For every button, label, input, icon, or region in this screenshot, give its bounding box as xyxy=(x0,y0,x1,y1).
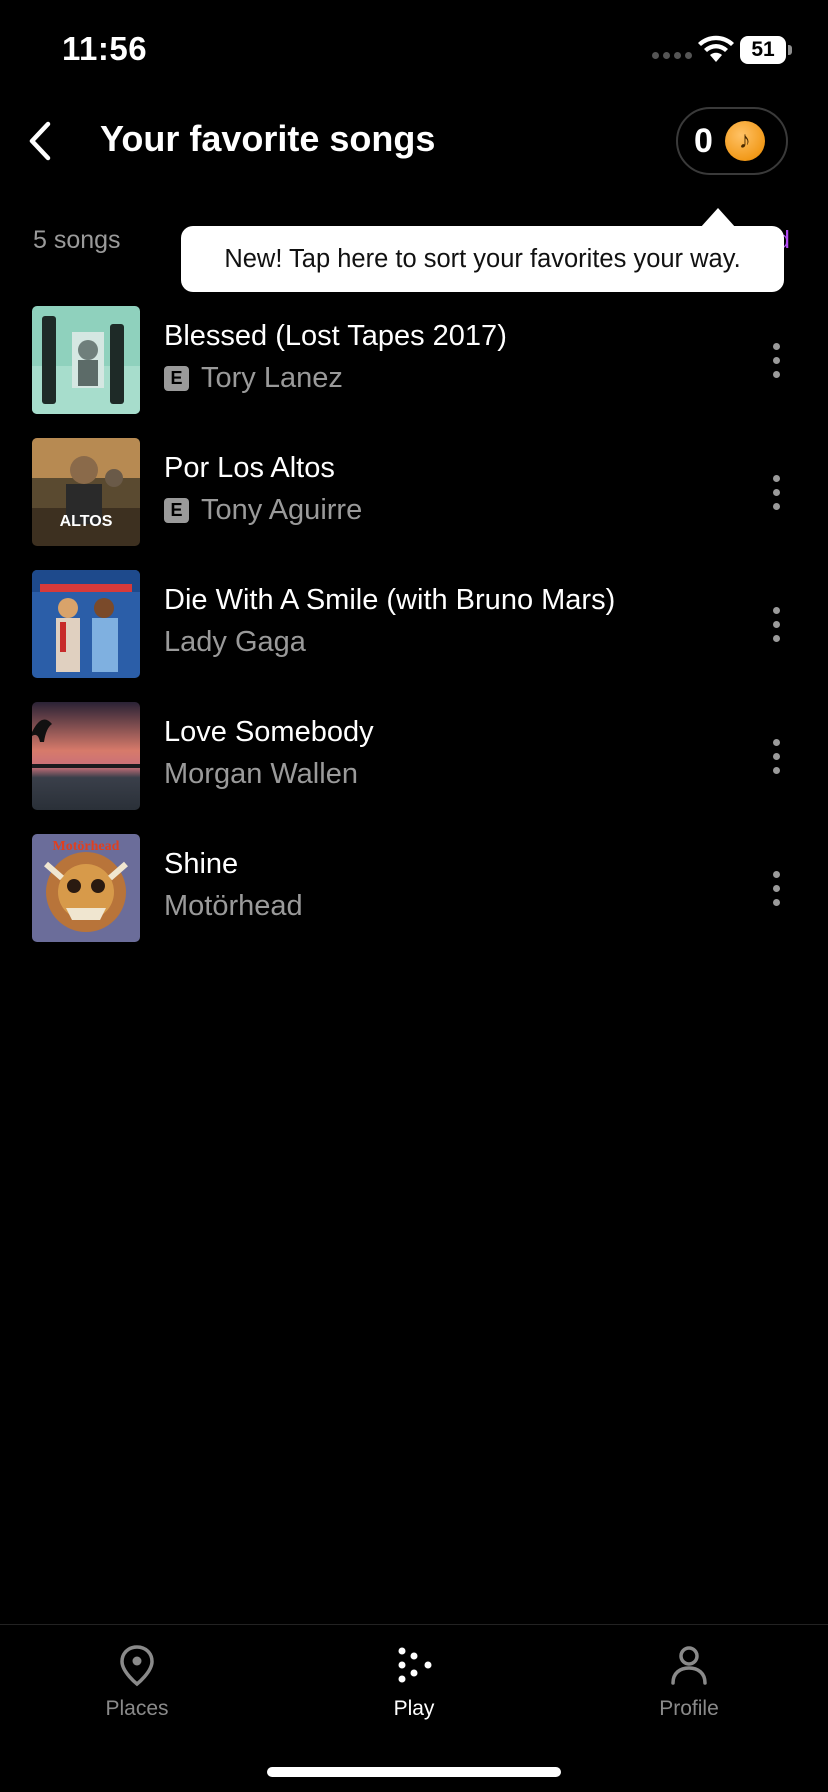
artist-line: Morgan Wallen xyxy=(164,758,358,791)
nav-places-label: Places xyxy=(105,1697,169,1720)
artist-line: Motörhead xyxy=(164,890,303,923)
song-title: Love Somebody xyxy=(164,716,374,748)
more-options-button[interactable] xyxy=(764,332,788,388)
svg-text:Motörhead: Motörhead xyxy=(53,839,120,854)
home-indicator[interactable] xyxy=(267,1767,561,1777)
battery-level: 51 xyxy=(740,36,786,64)
song-count: 5 songs xyxy=(33,226,121,254)
wifi-icon xyxy=(698,35,734,62)
status-time: 11:56 xyxy=(62,30,148,67)
artist-line: E Tory Lanez xyxy=(164,362,343,395)
explicit-badge: E xyxy=(164,366,189,391)
album-art xyxy=(32,570,140,678)
tooltip-arrow xyxy=(700,208,736,228)
location-pin-icon xyxy=(120,1645,154,1687)
song-row[interactable]: Love Somebody Morgan Wallen xyxy=(0,702,828,834)
more-options-button[interactable] xyxy=(764,596,788,652)
song-row[interactable]: Motörhead Shine Motörhead xyxy=(0,834,828,966)
coin-count: 0 xyxy=(694,121,713,160)
song-artist: Tory Lanez xyxy=(201,362,343,394)
page-title: Your favorite songs xyxy=(100,118,436,159)
album-art: Motörhead xyxy=(32,834,140,942)
play-dots-icon xyxy=(398,1647,432,1683)
artist-line: Lady Gaga xyxy=(164,626,306,659)
chevron-left-icon xyxy=(29,121,51,161)
song-artist: Lady Gaga xyxy=(164,626,306,658)
song-artist: Tony Aguirre xyxy=(201,494,363,526)
song-title: Por Los Altos xyxy=(164,452,335,484)
nav-play-label: Play xyxy=(393,1697,435,1720)
coin-balance-button[interactable]: 0 ♪ xyxy=(676,107,788,175)
song-row[interactable]: Blessed (Lost Tapes 2017) E Tory Lanez xyxy=(0,306,828,438)
song-artist: Morgan Wallen xyxy=(164,758,358,790)
more-options-button[interactable] xyxy=(764,860,788,916)
song-row[interactable]: ALTOS Por Los Altos E Tony Aguirre xyxy=(0,438,828,570)
nav-places[interactable]: Places xyxy=(57,1643,217,1743)
song-title: Blessed (Lost Tapes 2017) xyxy=(164,320,507,352)
artist-line: E Tony Aguirre xyxy=(164,494,362,527)
music-coin-icon: ♪ xyxy=(724,121,765,161)
song-row[interactable]: Die With A Smile (with Bruno Mars) Lady … xyxy=(0,570,828,702)
profile-icon xyxy=(671,1646,707,1685)
explicit-badge: E xyxy=(164,498,189,523)
nav-play[interactable]: Play xyxy=(334,1643,494,1743)
status-bar: 11:56 51 xyxy=(0,0,828,100)
song-artist: Motörhead xyxy=(164,890,303,922)
album-art xyxy=(32,702,140,810)
song-list: Blessed (Lost Tapes 2017) E Tory Lanez A… xyxy=(0,306,828,966)
sort-tooltip[interactable]: New! Tap here to sort your favorites you… xyxy=(181,226,784,292)
app-screen: 11:56 51 Your favorite songs 0 ♪ 5 songs… xyxy=(0,0,828,1792)
song-title: Shine xyxy=(164,848,239,880)
more-options-button[interactable] xyxy=(764,464,788,520)
more-options-button[interactable] xyxy=(764,728,788,784)
album-art: ALTOS xyxy=(32,438,140,546)
cellular-signal-icon xyxy=(652,52,692,59)
nav-profile-label: Profile xyxy=(659,1697,719,1720)
svg-text:ALTOS: ALTOS xyxy=(60,513,113,530)
album-art xyxy=(32,306,140,414)
back-button[interactable] xyxy=(18,112,64,170)
song-title: Die With A Smile (with Bruno Mars) xyxy=(164,584,616,616)
nav-profile[interactable]: Profile xyxy=(609,1643,769,1743)
battery-icon: 51 xyxy=(740,36,792,64)
